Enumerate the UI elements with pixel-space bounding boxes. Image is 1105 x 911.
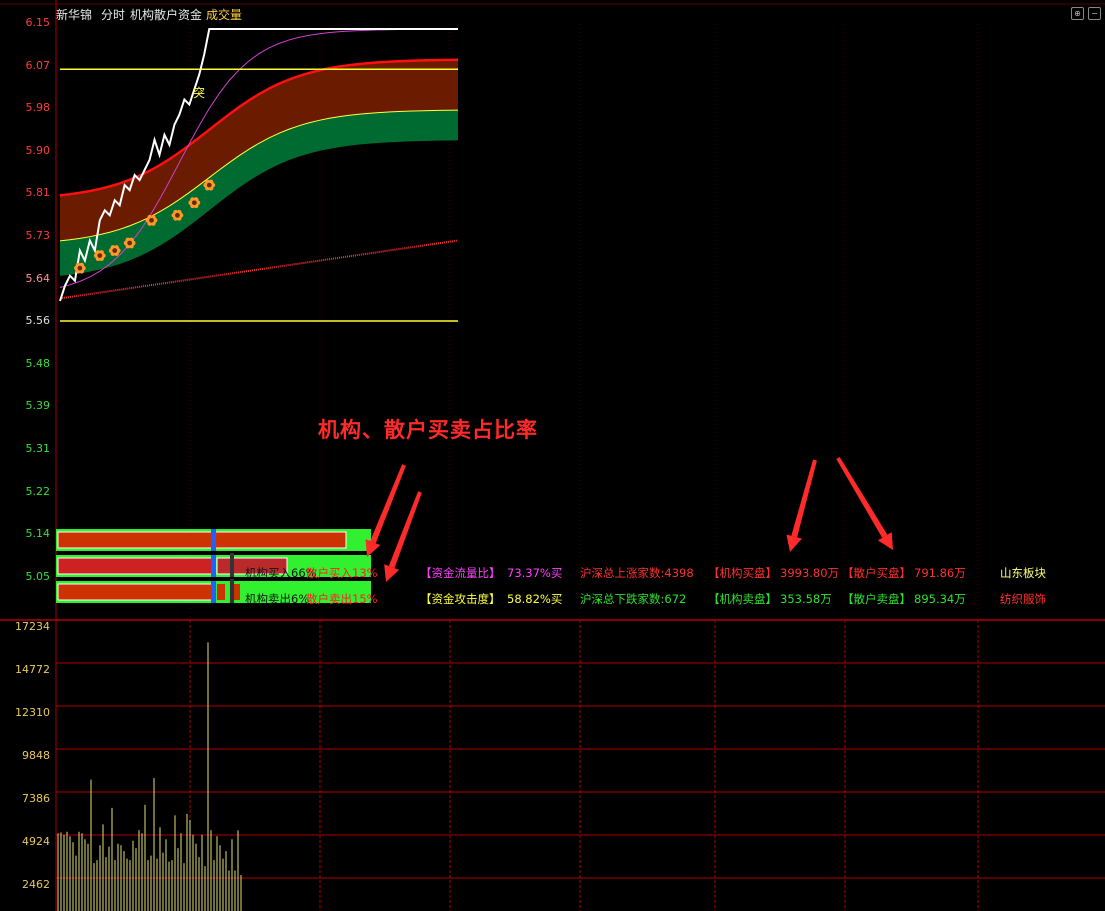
ratio-divider xyxy=(230,553,234,577)
marker-center xyxy=(112,248,118,253)
retail-buy-value: 791.86万 xyxy=(914,566,966,580)
ratio-bar-fill xyxy=(57,583,214,601)
retail-buy-pct: 散户买入13% xyxy=(306,566,378,580)
price-bands xyxy=(59,58,459,276)
annotation-arrows xyxy=(365,456,893,582)
ratio-bar-fill xyxy=(217,584,225,600)
inst-sell-pct: 机构卖出6% xyxy=(245,592,310,606)
inst-sell-label: 【机构卖盘】 xyxy=(708,592,777,606)
rise-count: 沪深总上涨家数:4398 xyxy=(580,566,694,580)
price-tick-label: 5.81 xyxy=(25,186,51,200)
chart-canvas xyxy=(0,0,1105,911)
retail-sell-label: 【散户卖盘】 xyxy=(842,592,911,606)
volume-tick-label: 4924 xyxy=(22,835,50,848)
retail-sell-pct: 散户卖出15% xyxy=(306,592,378,606)
attack-value: 58.82%买 xyxy=(507,592,563,606)
price-tick-label: 5.14 xyxy=(25,527,51,541)
inst-buy-value: 3993.80万 xyxy=(780,566,840,580)
price-tick-label: 6.07 xyxy=(25,58,51,72)
inst-sell-value: 353.58万 xyxy=(780,592,832,606)
volume-tick-label: 12310 xyxy=(15,706,50,719)
arrow-shaft xyxy=(388,491,422,569)
marker-center xyxy=(191,200,197,206)
volume-tick-label: 7386 xyxy=(22,792,50,805)
marker-center xyxy=(97,253,103,258)
retail-sell-value: 895.34万 xyxy=(914,592,966,606)
price-tick-label: 5.05 xyxy=(25,569,51,583)
price-tick-label: 5.90 xyxy=(25,143,51,157)
ratio-bar-fill xyxy=(57,531,347,549)
volume-tick-label: 9848 xyxy=(22,749,50,762)
flow-ratio-value: 73.37%买 xyxy=(507,566,563,580)
arrow-head xyxy=(786,534,802,552)
fall-count: 沪深总下跌家数:672 xyxy=(580,592,687,606)
price-tick-label: 5.98 xyxy=(25,101,51,115)
arrow-shaft xyxy=(836,456,888,538)
price-tick-label: 5.31 xyxy=(25,442,51,455)
inst-buy-label: 【机构买盘】 xyxy=(708,566,777,580)
marker-center xyxy=(127,240,133,246)
ratio-marker xyxy=(211,529,216,551)
attack-label: 【资金攻击度】 xyxy=(420,592,501,606)
ratio-divider xyxy=(230,579,234,603)
arrow-shaft xyxy=(370,464,406,544)
arrow-shaft xyxy=(791,459,817,538)
sector-title[interactable]: 山东板块 xyxy=(1000,565,1046,581)
sector-name[interactable]: 纺织服饰 xyxy=(1000,591,1046,607)
price-tick-label: 5.39 xyxy=(25,399,51,413)
annotation-title: 机构、散户买卖占比率 xyxy=(318,418,538,442)
marker-center xyxy=(149,217,154,223)
marker-center xyxy=(77,265,83,271)
volume-chart xyxy=(57,642,242,911)
price-tick-label: 6.15 xyxy=(25,16,51,29)
ratio-marker xyxy=(211,581,216,603)
volume-tick-label: 14772 xyxy=(15,663,50,676)
marker-center xyxy=(206,182,212,188)
price-tick-label: 5.48 xyxy=(25,356,51,370)
price-tick-label: 5.64 xyxy=(25,271,51,285)
price-tick-label: 5.73 xyxy=(25,229,51,242)
volume-tick-label: 17234 xyxy=(15,620,50,633)
red-arrow xyxy=(786,459,817,552)
price-tick-label: 5.56 xyxy=(25,314,51,328)
retail-buy-label: 【散户买盘】 xyxy=(842,566,911,580)
ratio-bar-fill xyxy=(57,557,214,575)
price-tick-label: 5.22 xyxy=(25,484,51,498)
volume-tick-label: 2462 xyxy=(22,878,50,891)
flow-ratio-label: 【资金流量比】 xyxy=(420,566,501,580)
ratio-marker xyxy=(211,555,216,577)
marker-center xyxy=(175,212,180,218)
signal-label: 突 xyxy=(193,86,206,100)
